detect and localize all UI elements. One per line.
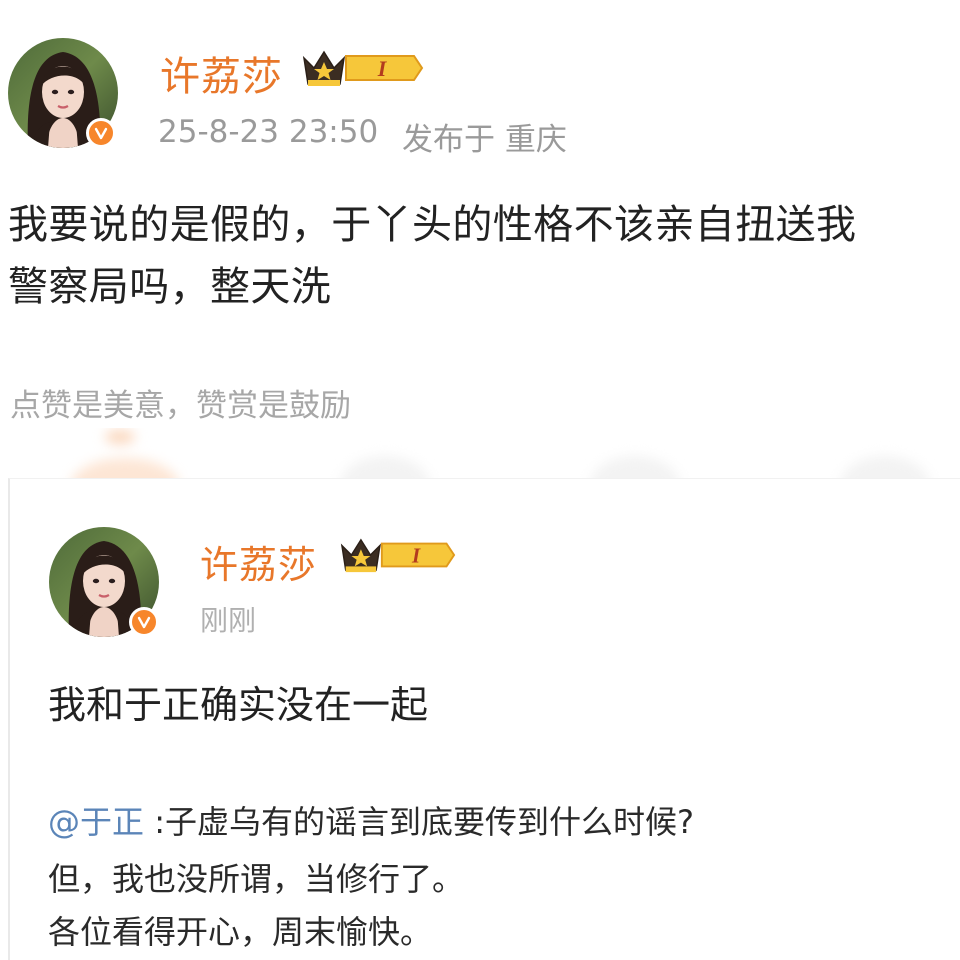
quoted-text-1: :子虚乌有的谣言到底要传到什么时候? [144, 803, 694, 841]
embedded-post-text: 我和于正确实没在一起 [48, 683, 429, 727]
weibo-screenshot: 许荔莎 I 25-8-23 23:50 发布于 重庆 我要说的是假的，于丫头的性… [0, 0, 960, 960]
embedded-author-name[interactable]: 许荔莎 [200, 534, 317, 589]
verified-v-icon [86, 118, 116, 148]
crown-level-badge-icon: I [302, 50, 424, 86]
verified-v-icon [129, 607, 159, 637]
quoted-line-2: 但，我也没所谓，当修行了。 [48, 860, 465, 898]
mention-link[interactable]: @于正 [48, 803, 144, 841]
author-avatar[interactable] [8, 38, 118, 148]
embedded-post-card: 许荔莎 I 刚刚 我和于正确实没在一起 @于正 :子虚乌有的谣言到底要传到什么时… [8, 478, 960, 960]
quoted-line-1: @于正 :子虚乌有的谣言到底要传到什么时候? [48, 797, 694, 843]
crown-level-text: I [377, 56, 388, 81]
author-name[interactable]: 许荔莎 [160, 44, 283, 102]
quoted-line-3: 各位看得开心，周末愉快。 [48, 913, 433, 951]
reward-buttons-faded [0, 428, 960, 478]
crown-level-badge-icon: I [340, 538, 456, 573]
post-text-line-2: 警察局吗，整天洗 [8, 264, 332, 310]
reward-hint: 点赞是美意，赞赏是鼓励 [10, 388, 351, 424]
post-location: 发布于 重庆 [402, 122, 567, 158]
embedded-author-avatar[interactable] [49, 527, 159, 637]
crown-level-text: I [411, 544, 421, 568]
post-text-line-1: 我要说的是假的，于丫头的性格不该亲自扭送我 [8, 202, 857, 248]
post-timestamp: 25-8-23 23:50 [158, 114, 379, 150]
embedded-timestamp: 刚刚 [200, 604, 257, 637]
